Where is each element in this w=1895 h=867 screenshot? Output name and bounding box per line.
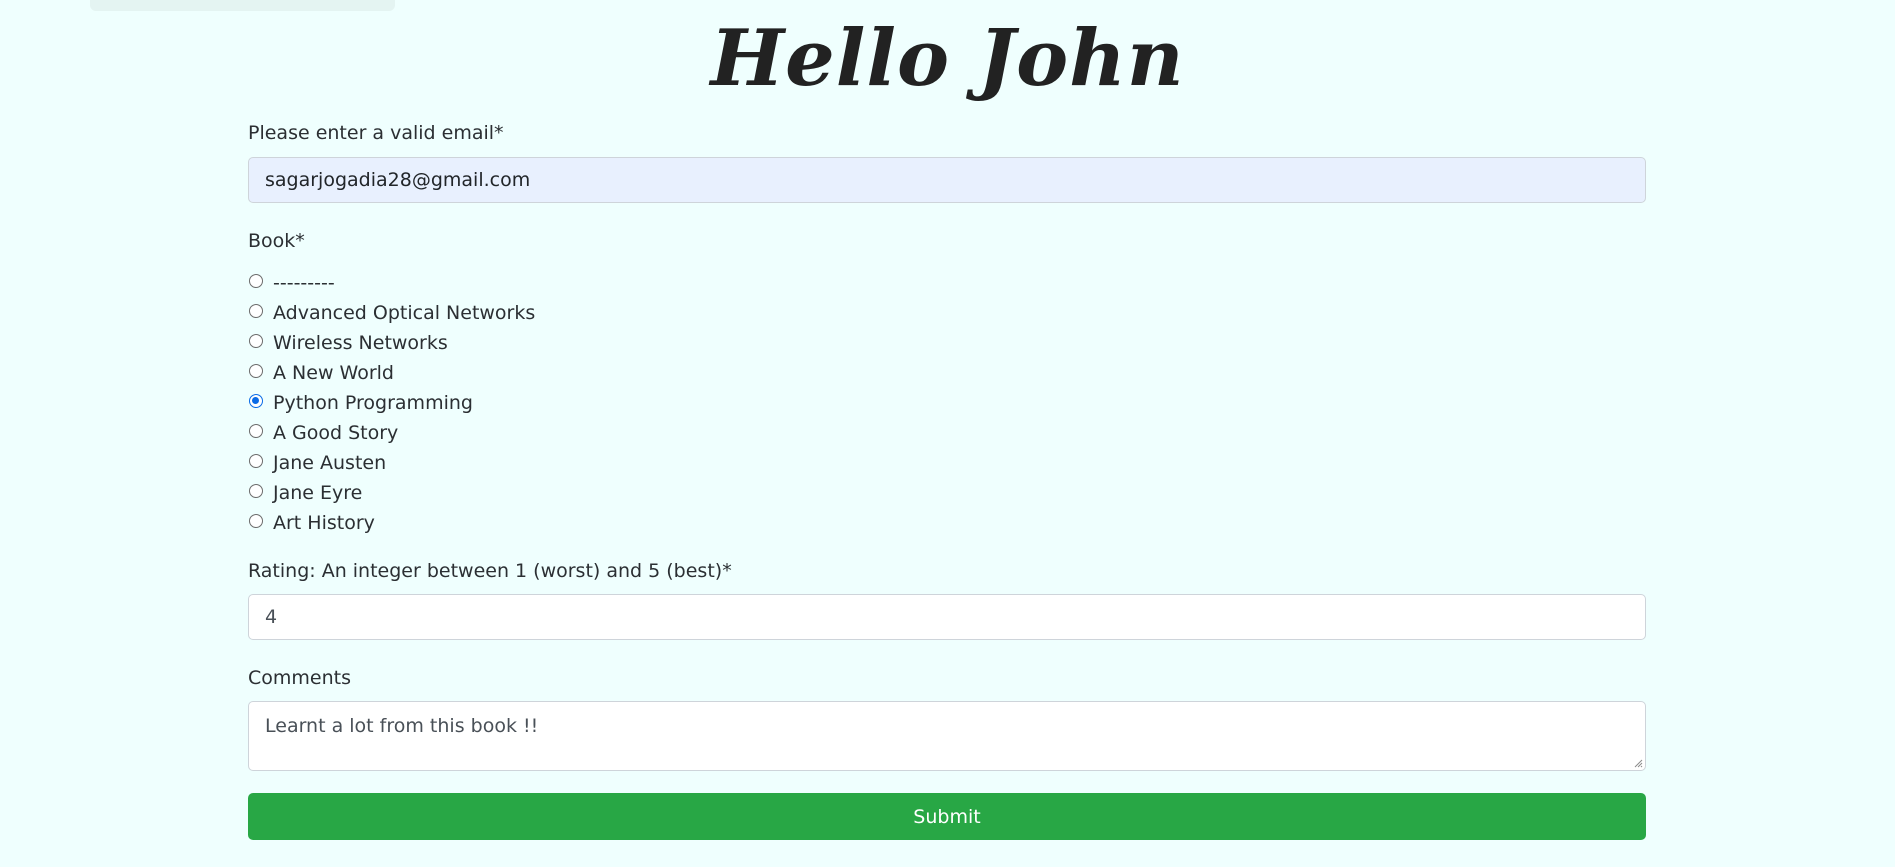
- radio-button[interactable]: [249, 514, 263, 528]
- book-option[interactable]: ---------: [248, 268, 535, 298]
- comments-label: Comments: [248, 667, 351, 689]
- book-option-label: Wireless Networks: [273, 332, 448, 354]
- radio-button[interactable]: [249, 484, 263, 498]
- book-option[interactable]: Art History: [248, 508, 535, 538]
- comments-text: Learnt a lot from this book !!: [265, 715, 539, 737]
- book-option[interactable]: Jane Eyre: [248, 478, 535, 508]
- radio-button[interactable]: [249, 454, 263, 468]
- radio-button[interactable]: [249, 364, 263, 378]
- book-option-label: A New World: [273, 362, 394, 384]
- book-option-label: Python Programming: [273, 392, 473, 414]
- book-option-label: Art History: [273, 512, 375, 534]
- radio-button[interactable]: [249, 424, 263, 438]
- book-option-label: ---------: [273, 272, 335, 294]
- book-option-label: Advanced Optical Networks: [273, 302, 536, 324]
- book-option[interactable]: A Good Story: [248, 418, 535, 448]
- radio-button[interactable]: [249, 274, 263, 288]
- comments-textarea[interactable]: Learnt a lot from this book !!: [248, 701, 1646, 771]
- book-option-label: A Good Story: [273, 422, 399, 444]
- book-option-label: Jane Austen: [273, 452, 387, 474]
- radio-button[interactable]: [249, 334, 263, 348]
- book-option[interactable]: Python Programming: [248, 388, 535, 418]
- book-radio-group: --------- Advanced Optical Networks Wire…: [248, 268, 535, 538]
- book-option[interactable]: Wireless Networks: [248, 328, 535, 358]
- radio-button[interactable]: [249, 394, 263, 408]
- book-label: Book*: [248, 230, 305, 252]
- rating-label: Rating: An integer between 1 (worst) and…: [248, 560, 732, 582]
- book-option[interactable]: A New World: [248, 358, 535, 388]
- resize-grip-icon[interactable]: [1633, 758, 1643, 768]
- rating-input[interactable]: [248, 594, 1646, 640]
- book-option[interactable]: Advanced Optical Networks: [248, 298, 535, 328]
- book-option-label: Jane Eyre: [273, 482, 363, 504]
- page-title: Hello John: [710, 13, 1185, 104]
- email-input[interactable]: [248, 157, 1646, 203]
- top-tab-strip: [90, 0, 395, 11]
- email-label: Please enter a valid email*: [248, 122, 504, 144]
- radio-button[interactable]: [249, 304, 263, 318]
- book-option[interactable]: Jane Austen: [248, 448, 535, 478]
- submit-button[interactable]: Submit: [248, 793, 1646, 840]
